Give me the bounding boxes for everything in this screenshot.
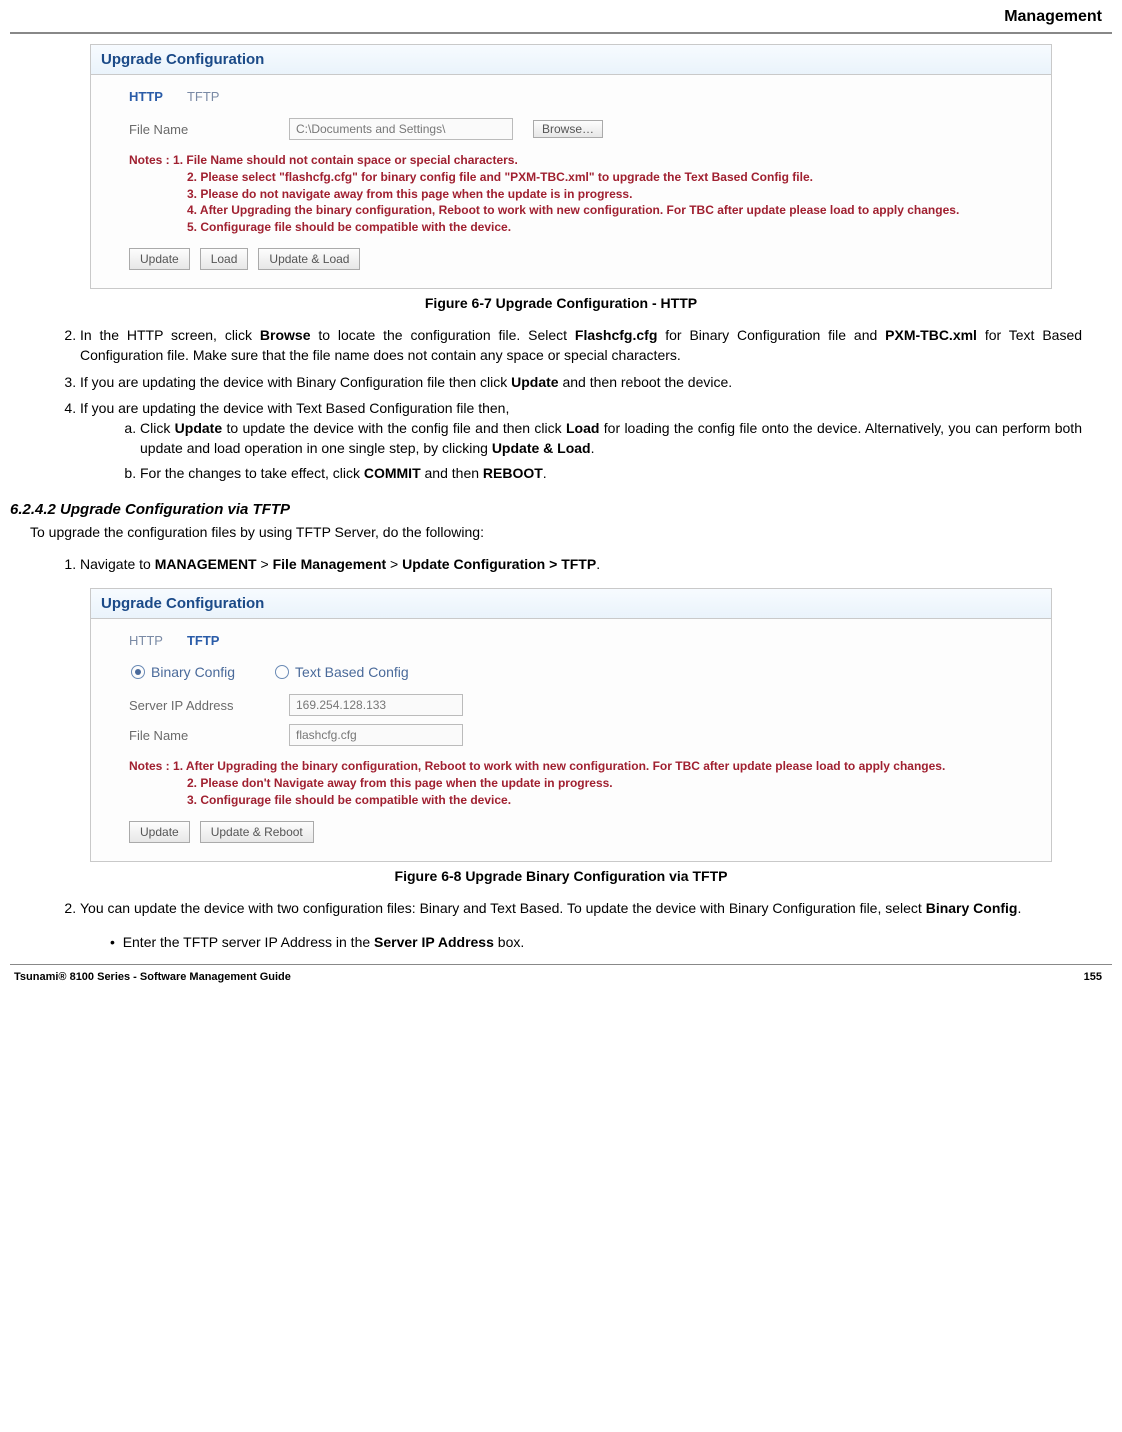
load-button[interactable]: Load xyxy=(200,248,249,270)
file-name-input[interactable]: C:\Documents and Settings\ xyxy=(289,118,513,140)
panel-title: Upgrade Configuration xyxy=(91,45,1051,75)
section-intro: To upgrade the configuration files by us… xyxy=(30,524,1112,540)
step-4: If you are updating the device with Text… xyxy=(80,398,1082,483)
notes-block: Notes : 1. File Name should not contain … xyxy=(105,144,1037,244)
step-4b: For the changes to take effect, click CO… xyxy=(140,463,1082,483)
upgrade-config-tftp-panel: Upgrade Configuration HTTP TFTP Binary C… xyxy=(90,588,1052,861)
server-ip-label: Server IP Address xyxy=(129,698,269,713)
notes-block: Notes : 1. After Upgrading the binary co… xyxy=(105,750,1037,816)
step-2: In the HTTP screen, click Browse to loca… xyxy=(80,325,1082,366)
footer-rule xyxy=(10,964,1112,965)
figure-6-8-caption: Figure 6-8 Upgrade Binary Configuration … xyxy=(10,868,1112,884)
page-footer: Tsunami® 8100 Series - Software Manageme… xyxy=(10,967,1112,993)
tftp-step-2: You can update the device with two confi… xyxy=(80,898,1082,918)
radio-binary-config[interactable]: Binary Config xyxy=(131,664,235,680)
footer-left: Tsunami® 8100 Series - Software Manageme… xyxy=(14,971,291,983)
panel-title: Upgrade Configuration xyxy=(91,589,1051,619)
page-section-header: Management xyxy=(10,0,1112,32)
file-name-label: File Name xyxy=(129,728,269,743)
file-name-label: File Name xyxy=(129,122,269,137)
footer-page-number: 155 xyxy=(1084,971,1102,983)
instruction-list-2: Navigate to MANAGEMENT > File Management… xyxy=(60,554,1082,574)
update-reboot-button[interactable]: Update & Reboot xyxy=(200,821,314,843)
tab-http[interactable]: HTTP xyxy=(129,633,163,648)
tab-tftp[interactable]: TFTP xyxy=(187,89,220,104)
tftp-bullet: • Enter the TFTP server IP Address in th… xyxy=(110,932,1082,952)
tab-http[interactable]: HTTP xyxy=(129,89,163,104)
server-ip-input[interactable]: 169.254.128.133 xyxy=(289,694,463,716)
upgrade-config-http-panel: Upgrade Configuration HTTP TFTP File Nam… xyxy=(90,44,1052,289)
file-name-input[interactable]: flashcfg.cfg xyxy=(289,724,463,746)
update-button[interactable]: Update xyxy=(129,821,190,843)
instruction-list-1: In the HTTP screen, click Browse to loca… xyxy=(60,325,1082,483)
update-button[interactable]: Update xyxy=(129,248,190,270)
step-4a: Click Update to update the device with t… xyxy=(140,418,1082,459)
radio-unselected-icon xyxy=(275,665,289,679)
update-load-button[interactable]: Update & Load xyxy=(258,248,360,270)
instruction-list-3: You can update the device with two confi… xyxy=(60,898,1082,953)
figure-6-7-caption: Figure 6-7 Upgrade Configuration - HTTP xyxy=(10,295,1112,311)
tftp-step-1: Navigate to MANAGEMENT > File Management… xyxy=(80,554,1082,574)
section-6-2-4-2-title: 6.2.4.2 Upgrade Configuration via TFTP xyxy=(10,501,1112,518)
header-rule xyxy=(10,32,1112,34)
radio-selected-icon xyxy=(131,665,145,679)
radio-text-config[interactable]: Text Based Config xyxy=(275,664,409,680)
browse-button[interactable]: Browse… xyxy=(533,120,603,138)
tab-tftp[interactable]: TFTP xyxy=(187,633,220,648)
step-3: If you are updating the device with Bina… xyxy=(80,372,1082,392)
